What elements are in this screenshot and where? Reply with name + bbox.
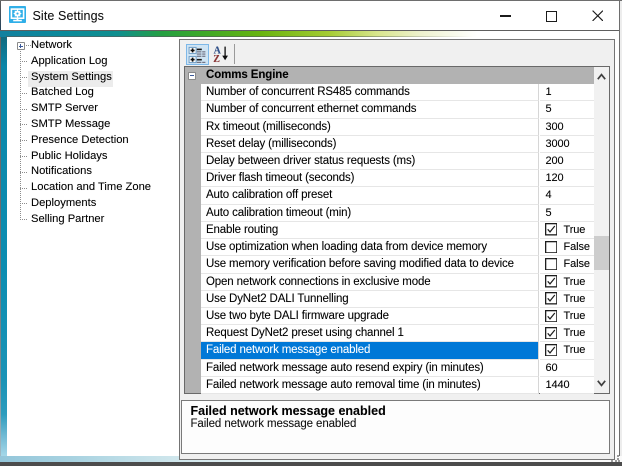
svg-text:Z: Z <box>213 53 220 64</box>
